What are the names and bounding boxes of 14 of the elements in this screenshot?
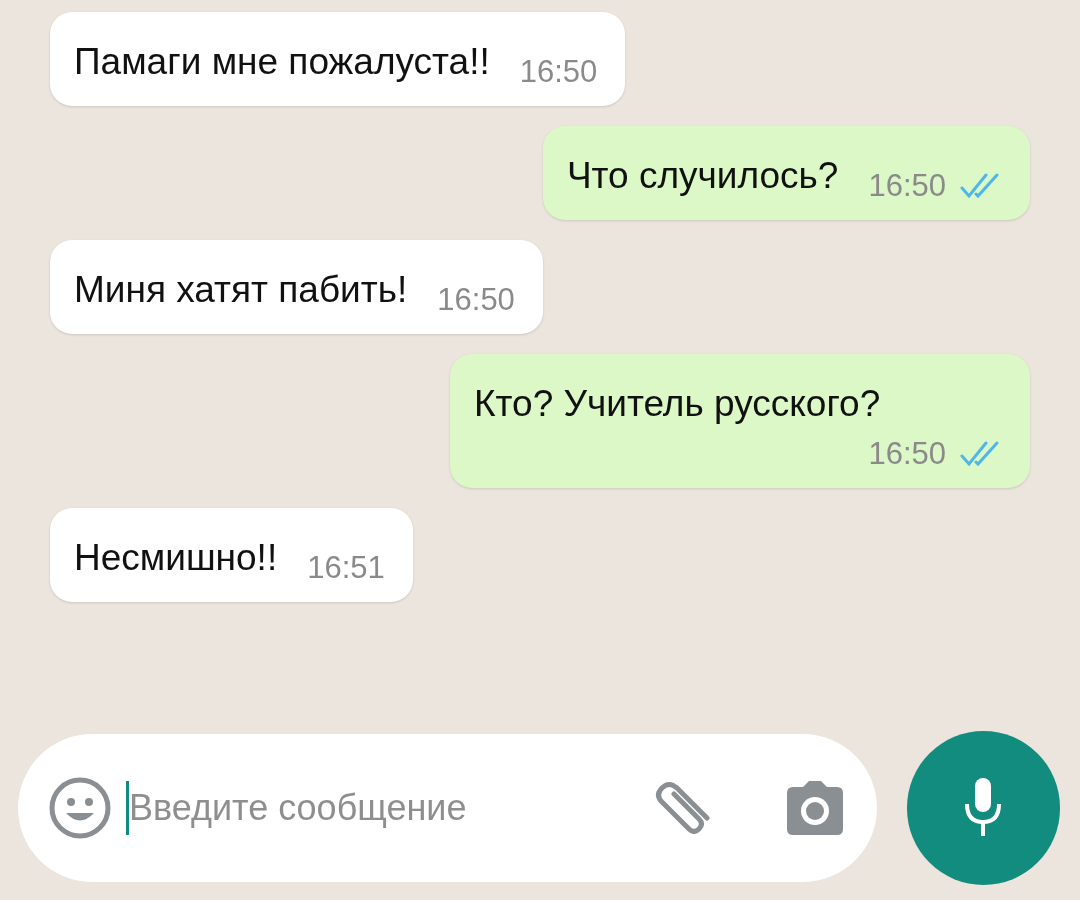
message-text: Памаги мне пожалуста!! bbox=[74, 40, 490, 84]
message-time: 16:50 bbox=[868, 167, 946, 205]
message-input[interactable]: Введите сообщение bbox=[129, 781, 633, 835]
message-time: 16:50 bbox=[437, 281, 515, 319]
message-text: Что случилось? bbox=[566, 154, 839, 198]
emoji-icon[interactable] bbox=[48, 776, 112, 840]
message-input-field[interactable]: Введите сообщение bbox=[18, 734, 877, 882]
text-cursor bbox=[126, 781, 129, 835]
message-text: Миня хатят пабить! bbox=[74, 268, 408, 312]
message-text: Кто? Учитель русского? bbox=[474, 382, 881, 426]
message-time: 16:51 bbox=[307, 549, 385, 587]
message-time: 16:50 bbox=[519, 53, 598, 91]
message-time: 16:50 bbox=[868, 435, 946, 473]
message-text: Несмишно!! bbox=[74, 536, 278, 580]
